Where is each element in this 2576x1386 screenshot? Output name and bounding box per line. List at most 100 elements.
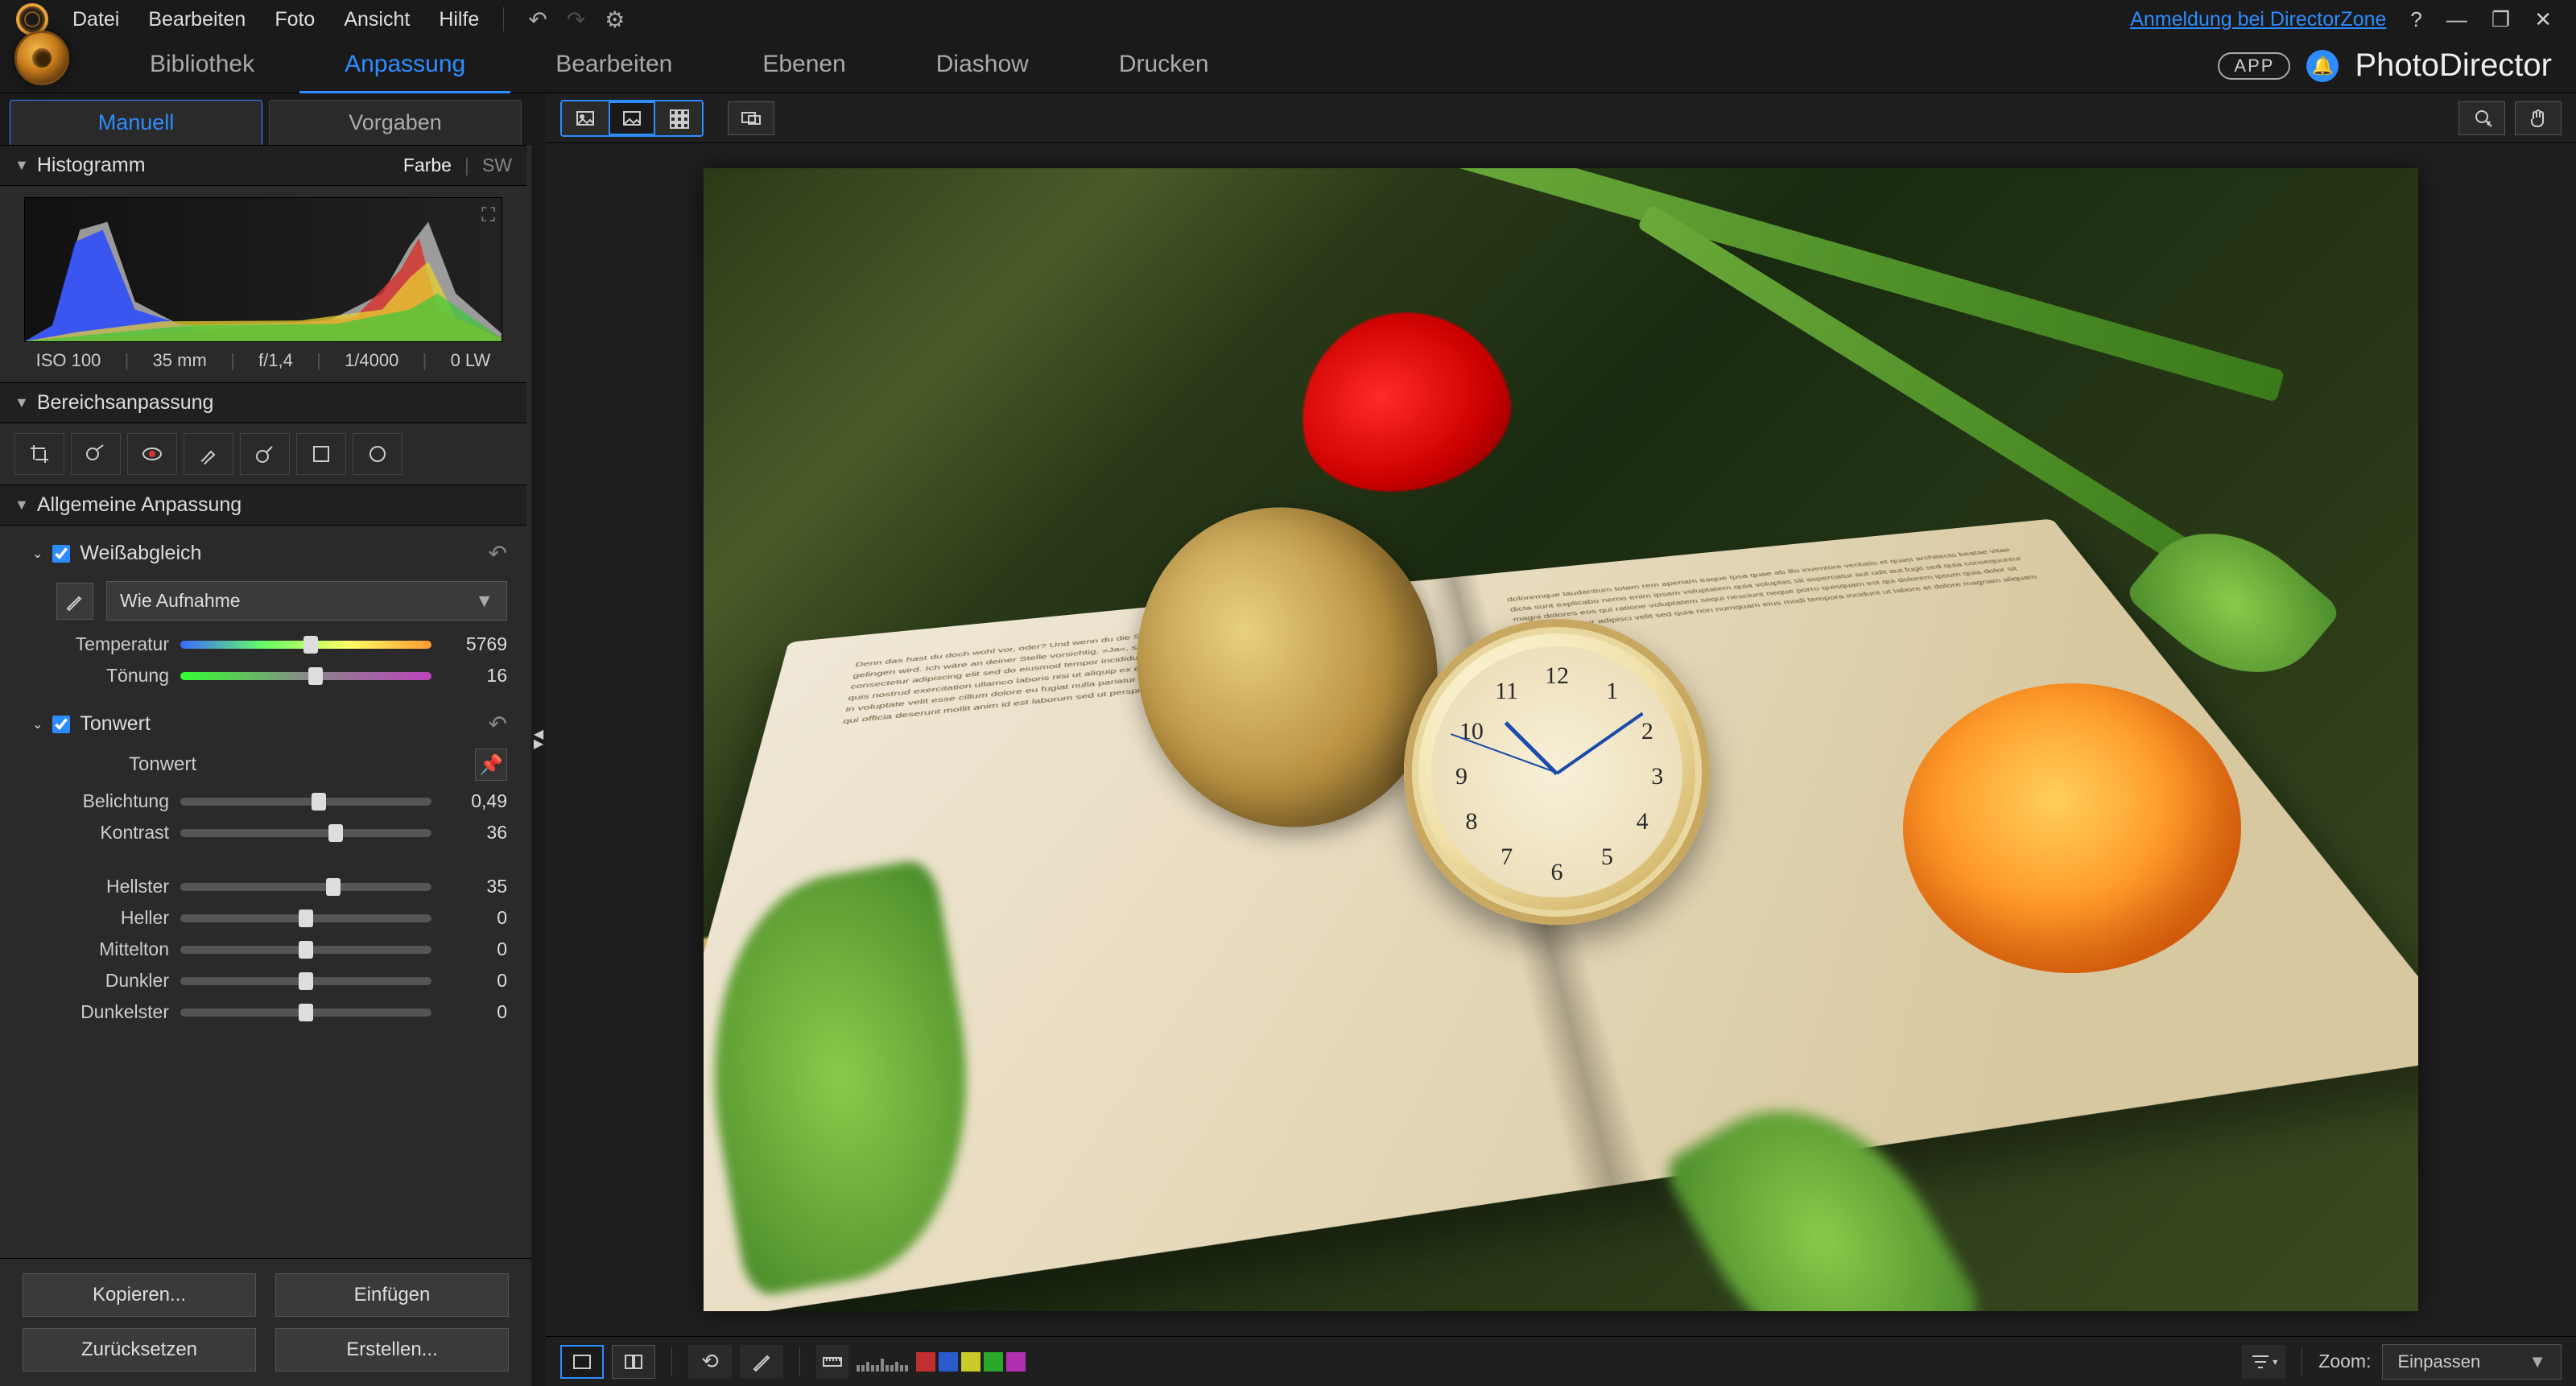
module-tab-print[interactable]: Drucken: [1074, 38, 1254, 93]
chevron-down-icon: ▼: [2529, 1351, 2546, 1372]
color-swatch[interactable]: [961, 1352, 980, 1372]
reset-button[interactable]: Zurücksetzen: [23, 1328, 256, 1372]
reset-icon[interactable]: ↶: [489, 540, 507, 567]
brush-tool-icon[interactable]: [184, 433, 233, 475]
panel-action-buttons: Kopieren... Einfügen Zurücksetzen Erstel…: [0, 1258, 531, 1386]
image-viewer: ▾ Denn das hast du doch wohl vor, oder? …: [546, 93, 2576, 1386]
app-logo-icon: [14, 31, 69, 85]
white-balance-toggle[interactable]: [52, 545, 70, 563]
general-adjust-header[interactable]: ▼ Allgemeine Anpassung: [0, 485, 526, 526]
undo-icon[interactable]: ↶: [528, 6, 547, 33]
brand-label: PhotoDirector: [2355, 47, 2552, 84]
gradient-mask-icon[interactable]: [296, 433, 346, 475]
chevron-down-icon: ▼: [14, 394, 29, 411]
help-icon[interactable]: ?: [2410, 7, 2421, 32]
directorzone-link[interactable]: Anmeldung bei DirectorZone: [2130, 8, 2386, 31]
selection-brush-icon[interactable]: [240, 433, 290, 475]
redeye-tool-icon[interactable]: [127, 433, 177, 475]
subtab-presets[interactable]: Vorgaben: [269, 100, 522, 145]
zoom-label: Zoom:: [2318, 1351, 2371, 1372]
view-single-icon[interactable]: [562, 101, 609, 135]
module-tab-slideshow[interactable]: Diashow: [891, 38, 1074, 93]
chevron-down-icon: ▼: [14, 157, 29, 174]
white-balance-header[interactable]: ⌄ Weißabgleich ↶: [32, 534, 507, 573]
app-store-button[interactable]: APP: [2218, 52, 2290, 80]
view-sidebyside-icon[interactable]: [609, 101, 655, 135]
histogram-display[interactable]: ⛶: [24, 197, 502, 342]
temperature-slider[interactable]: Temperatur 5769: [32, 629, 507, 660]
module-tab-library[interactable]: Bibliothek: [105, 38, 299, 93]
window-close-icon[interactable]: ✕: [2534, 7, 2552, 32]
module-tab-edit[interactable]: Bearbeiten: [510, 38, 717, 93]
chevron-down-icon: ⌄: [32, 546, 43, 562]
tone-toggle[interactable]: [52, 716, 70, 733]
redo-icon[interactable]: ↷: [567, 6, 585, 33]
crop-tool-icon[interactable]: [14, 433, 64, 475]
spot-removal-icon[interactable]: [71, 433, 121, 475]
chevron-down-icon: ⌄: [32, 716, 43, 732]
tone-slider-kontrast[interactable]: Kontrast 36: [32, 817, 507, 848]
view-grid-icon[interactable]: [655, 101, 702, 135]
secondary-display-icon[interactable]: [728, 101, 774, 135]
chevron-down-icon: ▼: [14, 497, 29, 514]
window-maximize-icon[interactable]: ❐: [2491, 7, 2510, 32]
rotate-icon[interactable]: ⟲: [688, 1345, 732, 1379]
module-tab-adjustment[interactable]: Anpassung: [299, 38, 510, 93]
module-tab-row: Bibliothek Anpassung Bearbeiten Ebenen D…: [0, 39, 2576, 93]
radial-mask-icon[interactable]: [353, 433, 402, 475]
color-swatch[interactable]: [939, 1352, 958, 1372]
tone-slider-belichtung[interactable]: Belichtung 0,49: [32, 786, 507, 817]
tone-slider-mittelton[interactable]: Mittelton 0: [32, 934, 507, 965]
histogram-header[interactable]: ▼ Histogramm Farbe | SW: [0, 145, 526, 186]
color-swatch[interactable]: [1006, 1352, 1026, 1372]
white-balance-dropper-icon[interactable]: [56, 583, 93, 620]
histogram-title: Histogramm: [37, 154, 146, 177]
ruler-icon[interactable]: [816, 1345, 848, 1379]
settings-gear-icon[interactable]: ⚙: [605, 6, 625, 33]
copy-button[interactable]: Kopieren...: [23, 1273, 256, 1317]
edit-pen-icon[interactable]: [740, 1345, 783, 1379]
color-swatch[interactable]: [984, 1352, 1003, 1372]
panel-collapse-handle[interactable]: ◀▶: [531, 93, 546, 1386]
histogram-expand-icon[interactable]: ⛶: [481, 204, 495, 227]
module-tab-layers[interactable]: Ebenen: [717, 38, 890, 93]
compare-single-icon[interactable]: [560, 1345, 604, 1379]
rating-ticks[interactable]: [857, 1352, 908, 1372]
menu-view[interactable]: Ansicht: [344, 8, 410, 31]
filter-list-icon[interactable]: ▾: [2242, 1345, 2285, 1379]
window-minimize-icon[interactable]: —: [2446, 7, 2467, 32]
adjustment-panel: Manuell Vorgaben ▼ Histogramm Farbe | SW: [0, 93, 531, 1386]
tone-slider-heller[interactable]: Heller 0: [32, 902, 507, 934]
reset-icon[interactable]: ↶: [489, 711, 507, 737]
tone-header[interactable]: ⌄ Tonwert ↶: [32, 704, 507, 744]
subtab-manual[interactable]: Manuell: [10, 100, 262, 145]
zoom-dropdown[interactable]: Einpassen▼: [2382, 1344, 2562, 1380]
zoom-tool-icon[interactable]: ▾: [2458, 101, 2505, 135]
menu-file[interactable]: Datei: [72, 8, 119, 31]
color-swatch[interactable]: [916, 1352, 935, 1372]
menu-photo[interactable]: Foto: [275, 8, 315, 31]
create-button[interactable]: Erstellen...: [275, 1328, 509, 1372]
preview-image[interactable]: Denn das hast du doch wohl vor, oder? Un…: [704, 168, 2418, 1311]
viewer-toolbar-top: ▾: [546, 93, 2576, 143]
tone-slider-dunkelster[interactable]: Dunkelster 0: [32, 996, 507, 1028]
tone-slider-hellster[interactable]: Hellster 35: [32, 871, 507, 902]
notifications-icon[interactable]: 🔔: [2306, 50, 2339, 82]
paste-button[interactable]: Einfügen: [275, 1273, 509, 1317]
region-tools: [0, 423, 526, 485]
pin-icon[interactable]: 📌: [475, 749, 507, 781]
histogram-mode-color[interactable]: Farbe: [403, 155, 452, 176]
region-adjust-header[interactable]: ▼ Bereichsanpassung: [0, 382, 526, 423]
menu-help[interactable]: Hilfe: [439, 8, 479, 31]
menu-edit[interactable]: Bearbeiten: [148, 8, 246, 31]
histogram-mode-bw[interactable]: SW: [482, 155, 512, 176]
tone-slider-dunkler[interactable]: Dunkler 0: [32, 965, 507, 996]
color-label-swatches[interactable]: [916, 1352, 1026, 1372]
compare-split-icon[interactable]: [612, 1345, 655, 1379]
white-balance-preset-dropdown[interactable]: Wie Aufnahme▼: [106, 581, 507, 621]
histogram-metadata: ISO 100| 35 mm| f/1,4| 1/4000| 0 LW: [24, 350, 502, 371]
chevron-down-icon: ▼: [475, 590, 493, 612]
pan-hand-icon[interactable]: [2515, 101, 2562, 135]
main-menu: Datei Bearbeiten Foto Ansicht Hilfe: [72, 8, 479, 31]
tint-slider[interactable]: Tönung 16: [32, 660, 507, 691]
